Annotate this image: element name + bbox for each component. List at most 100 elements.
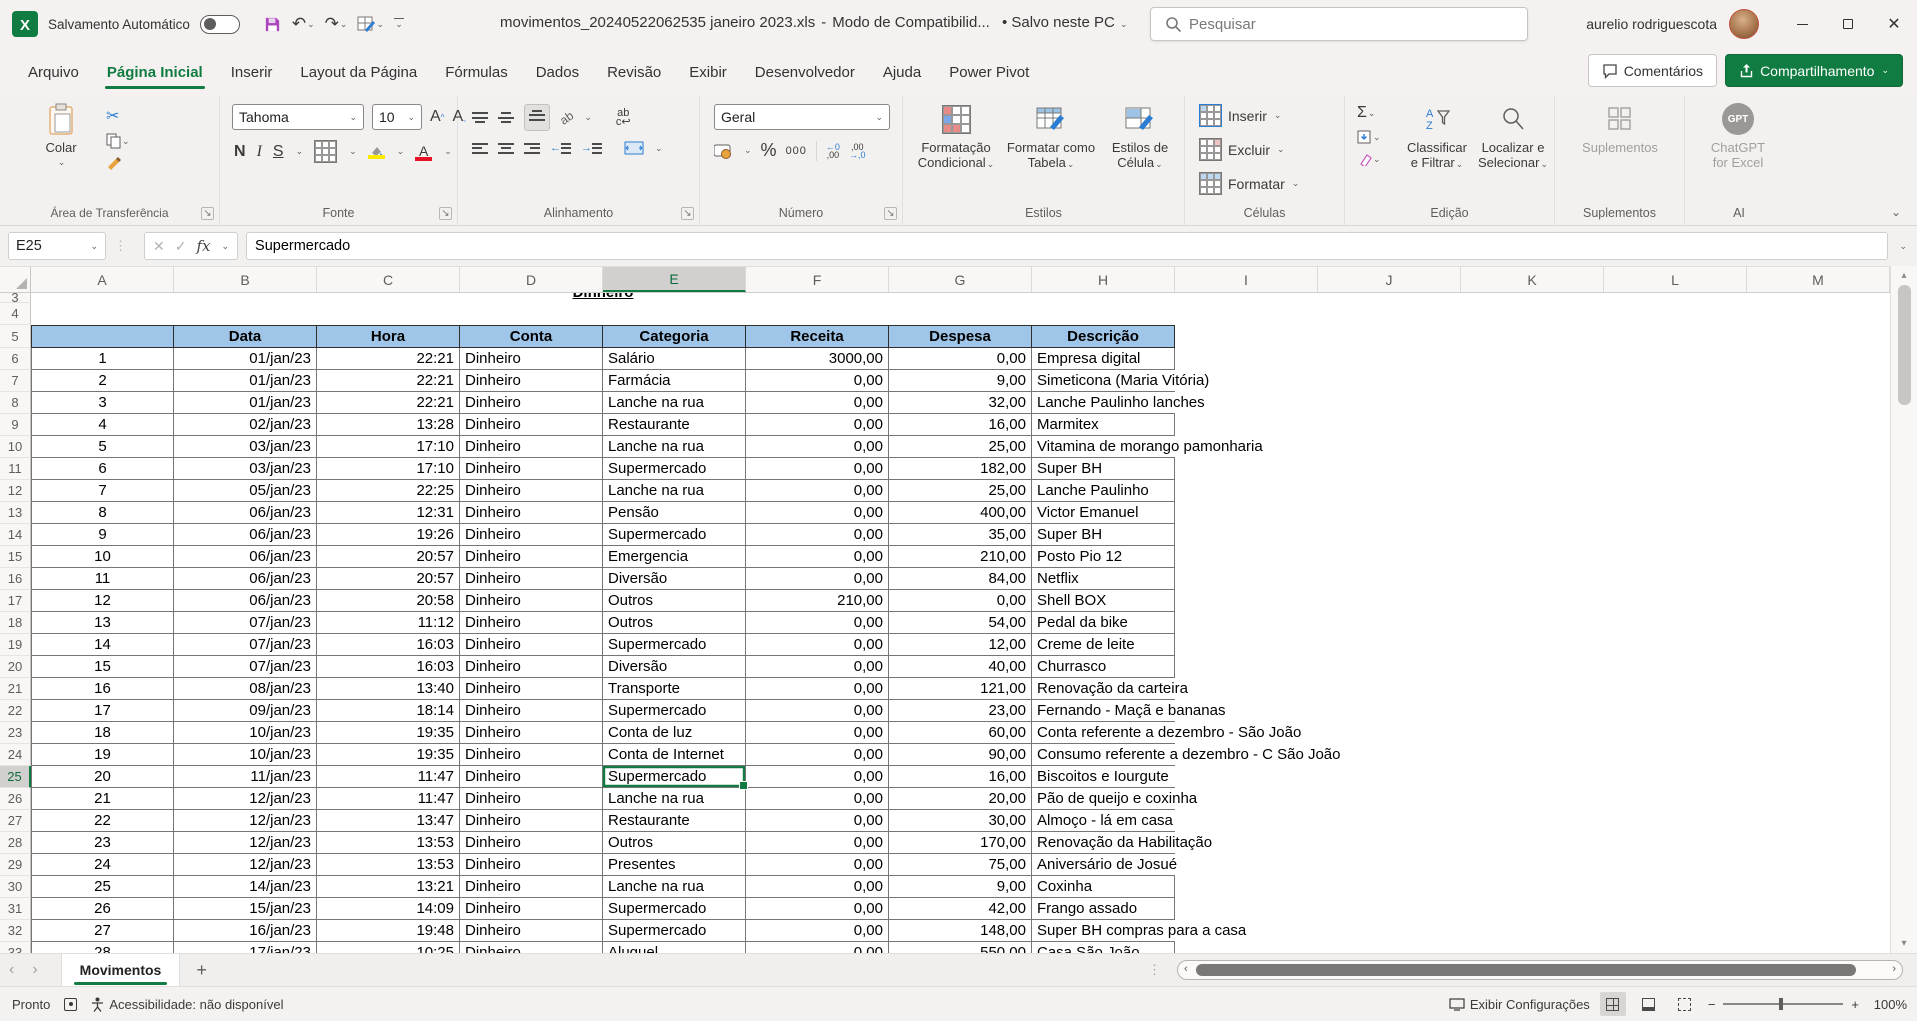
cell-descricao[interactable]: Conta referente a dezembro - São João (1032, 722, 1175, 744)
cell-categoria[interactable]: Supermercado (603, 920, 746, 942)
cell-data[interactable]: 02/jan/23 (174, 414, 317, 436)
fill-chevron-icon[interactable]: ⌄ (1373, 132, 1381, 143)
cell-id[interactable]: 19 (31, 744, 174, 766)
cell-categoria[interactable]: Presentes (603, 854, 746, 876)
cell-categoria[interactable]: Supermercado (603, 766, 746, 788)
cell-data[interactable]: 03/jan/23 (174, 458, 317, 480)
cell-data[interactable]: 12/jan/23 (174, 810, 317, 832)
cell-id[interactable]: 6 (31, 458, 174, 480)
percent-icon[interactable]: % (761, 140, 777, 161)
cell-receita[interactable]: 3000,00 (746, 348, 889, 370)
align-bottom-icon[interactable] (524, 104, 550, 131)
cell-hora[interactable]: 13:21 (317, 876, 460, 898)
cell-categoria[interactable]: Restaurante (603, 414, 746, 436)
cell-conta[interactable]: Dinheiro (460, 348, 603, 370)
row-header[interactable]: 9 (0, 414, 31, 436)
column-header-h[interactable]: H (1032, 267, 1175, 292)
save-icon[interactable] (260, 13, 285, 36)
cell-conta[interactable]: Dinheiro (460, 942, 603, 953)
cell-data[interactable]: 15/jan/23 (174, 898, 317, 920)
increase-indent-icon[interactable]: → (581, 140, 602, 156)
cell-id[interactable]: 21 (31, 788, 174, 810)
cell-hora[interactable]: 19:26 (317, 524, 460, 546)
column-header-j[interactable]: J (1318, 267, 1461, 292)
restore-button[interactable] (1825, 0, 1871, 48)
cell-id[interactable]: 13 (31, 612, 174, 634)
tab-layout-da-página[interactable]: Layout da Página (286, 54, 431, 91)
cell-conta[interactable]: Dinheiro (460, 370, 603, 392)
cell-conta[interactable]: Dinheiro (460, 568, 603, 590)
cell-receita[interactable]: 0,00 (746, 546, 889, 568)
cell-conta[interactable]: Dinheiro (460, 414, 603, 436)
italic-button[interactable]: I (257, 143, 262, 161)
font-name-select[interactable]: Tahoma⌄ (232, 104, 364, 130)
cell-conta[interactable]: Dinheiro (460, 788, 603, 810)
row-header[interactable]: 4 (0, 303, 31, 325)
cell-conta[interactable]: Dinheiro (460, 678, 603, 700)
cell-receita[interactable]: 0,00 (746, 568, 889, 590)
cell-styles-button[interactable]: Estilos de Célula⌄ (1099, 102, 1181, 172)
cell-despesa[interactable]: 30,00 (889, 810, 1032, 832)
cell-data[interactable]: 01/jan/23 (174, 370, 317, 392)
zoom-thumb[interactable] (1779, 998, 1783, 1010)
status-mode[interactable]: Pronto (12, 997, 50, 1012)
cell-descricao[interactable]: Empresa digital (1032, 348, 1175, 370)
cell-hora[interactable]: 13:53 (317, 832, 460, 854)
cell-descricao[interactable]: Fernando - Maçã e bananas (1032, 700, 1175, 722)
cell-despesa[interactable]: 60,00 (889, 722, 1032, 744)
cell-despesa[interactable]: 210,00 (889, 546, 1032, 568)
wrap-text-icon[interactable]: abc↩ (616, 109, 631, 127)
cell-id[interactable]: 3 (31, 392, 174, 414)
cell-receita[interactable]: 0,00 (746, 788, 889, 810)
tab-ajuda[interactable]: Ajuda (869, 54, 935, 91)
cell-hora[interactable]: 19:35 (317, 722, 460, 744)
clipboard-dialog-launcher-icon[interactable]: ↘ (201, 207, 214, 220)
cell-despesa[interactable]: 148,00 (889, 920, 1032, 942)
bold-button[interactable]: N (234, 143, 246, 161)
cell-descricao[interactable]: Lanche Paulinho (1032, 480, 1175, 502)
merge-center-chevron-icon[interactable]: ⌄ (655, 143, 663, 154)
page-layout-view-button[interactable] (1636, 992, 1662, 1016)
page-break-view-button[interactable] (1672, 992, 1698, 1016)
cell-data[interactable]: 06/jan/23 (174, 546, 317, 568)
cell-conta[interactable]: Dinheiro (460, 832, 603, 854)
cell-hora[interactable]: 22:21 (317, 392, 460, 414)
cell-descricao[interactable]: Posto Pio 12 (1032, 546, 1175, 568)
align-left-icon[interactable] (472, 140, 488, 156)
collapse-ribbon-icon[interactable]: ⌄ (1891, 205, 1901, 219)
decrease-decimal-icon[interactable]: ,00→,0 (849, 143, 866, 159)
column-header-b[interactable]: B (174, 267, 317, 292)
cell-receita[interactable]: 0,00 (746, 480, 889, 502)
cell-id[interactable]: 28 (31, 942, 174, 953)
cell-despesa[interactable]: 75,00 (889, 854, 1032, 876)
display-settings-button[interactable]: Exibir Configurações (1449, 997, 1590, 1012)
clear-icon[interactable]: ⌄ (1357, 152, 1381, 166)
cell-descricao[interactable]: Creme de leite (1032, 634, 1175, 656)
font-color-icon[interactable]: A (415, 143, 432, 161)
cell-categoria[interactable]: Lanche na rua (603, 392, 746, 414)
scroll-right-icon[interactable]: › (1892, 963, 1896, 975)
cell-conta[interactable]: Dinheiro (460, 392, 603, 414)
insert-function-icon[interactable]: fx (196, 237, 210, 255)
cell-conta[interactable]: Dinheiro (460, 546, 603, 568)
cell-hora[interactable]: 20:58 (317, 590, 460, 612)
row-header[interactable]: 6 (0, 348, 31, 370)
zoom-slider[interactable]: − + (1708, 997, 1859, 1012)
cell-categoria[interactable]: Lanche na rua (603, 480, 746, 502)
row-header[interactable]: 19 (0, 634, 31, 656)
share-button[interactable]: Compartilhamento ⌄ (1725, 54, 1903, 87)
tabbar-splitter-icon[interactable]: ⋮ (1148, 962, 1161, 978)
cell-conta[interactable]: Dinheiro (460, 656, 603, 678)
row-header[interactable]: 3 (0, 293, 31, 303)
cell-id[interactable]: 23 (31, 832, 174, 854)
cell-despesa[interactable]: 25,00 (889, 480, 1032, 502)
align-right-icon[interactable] (524, 140, 540, 156)
cell-data[interactable]: 10/jan/23 (174, 744, 317, 766)
column-header-l[interactable]: L (1604, 267, 1747, 292)
underline-chevron-icon[interactable]: ⌄ (296, 146, 304, 157)
redo-chevron-icon[interactable]: ⌄ (340, 19, 348, 30)
cell-id[interactable]: 24 (31, 854, 174, 876)
align-center-icon[interactable] (498, 140, 514, 156)
fill-icon[interactable]: ⌄ (1357, 130, 1381, 144)
cell-id[interactable]: 5 (31, 436, 174, 458)
